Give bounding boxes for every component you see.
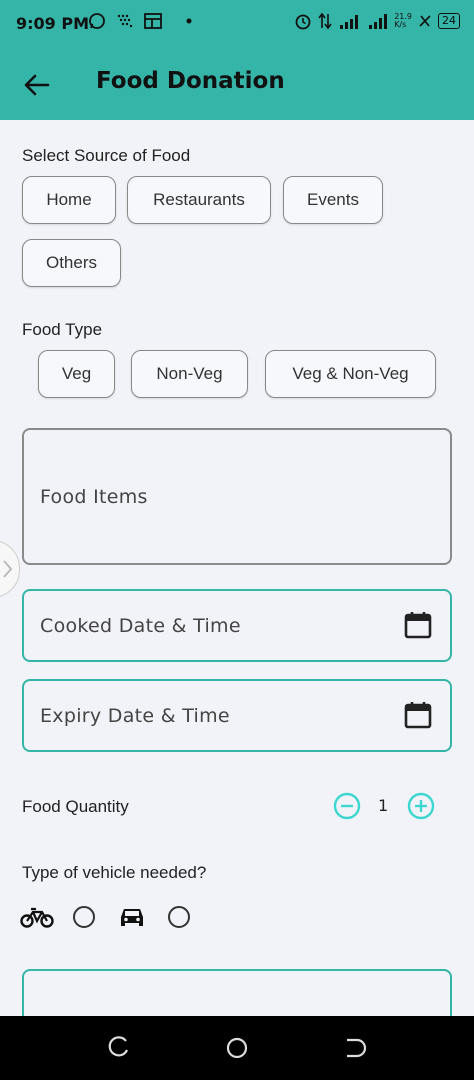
notification-dot-icon <box>186 18 192 24</box>
food-type-chip-veg-non-veg[interactable]: Veg & Non-Veg <box>265 350 436 398</box>
status-left-icons <box>88 12 194 30</box>
net-speed: 21.9 K/s <box>394 13 412 29</box>
source-chip-others[interactable]: Others <box>22 239 121 287</box>
cooked-date-placeholder: Cooked Date & Time <box>40 615 241 637</box>
source-chip-home[interactable]: Home <box>22 176 116 224</box>
food-items-field[interactable]: Food Items <box>22 428 452 565</box>
food-type-label: Food Type <box>22 320 103 339</box>
app-bar: Food Donation <box>0 48 474 120</box>
recent-apps-icon[interactable] <box>107 1036 131 1060</box>
wifi-off-icon <box>419 15 431 27</box>
food-type-chip-veg[interactable]: Veg <box>38 350 115 398</box>
expiry-date-field[interactable]: Expiry Date & Time <box>22 679 452 752</box>
food-items-placeholder: Food Items <box>40 486 148 508</box>
plus-circle-icon[interactable] <box>407 792 435 820</box>
battery-indicator: 24 <box>438 13 460 29</box>
system-nav-bar <box>0 1016 474 1080</box>
source-label: Select Source of Food <box>22 146 191 165</box>
quantity-value: 1 <box>378 796 389 815</box>
status-bar: 9:09 PM 21.9 K/s 24 <box>0 0 474 48</box>
back-arrow-icon[interactable] <box>22 70 52 100</box>
side-drawer-handle[interactable] <box>0 540 20 598</box>
car-icon <box>121 909 143 926</box>
chevron-right-icon <box>3 560 13 578</box>
source-chip-restaurants[interactable]: Restaurants <box>127 176 271 224</box>
food-type-chip-non-veg[interactable]: Non-Veg <box>131 350 248 398</box>
status-time: 9:09 PM <box>16 14 90 33</box>
status-right-icons: 21.9 K/s 24 <box>294 12 460 30</box>
minus-circle-icon[interactable] <box>333 792 361 820</box>
net-speed-unit: K/s <box>394 20 407 29</box>
whatsapp-icon <box>89 13 105 29</box>
signal-icon <box>369 14 388 29</box>
expiry-date-placeholder: Expiry Date & Time <box>40 705 230 727</box>
alarm-icon <box>295 14 311 30</box>
dots-app-icon <box>117 14 133 28</box>
home-icon[interactable] <box>225 1036 249 1060</box>
calendar-icon[interactable] <box>404 611 432 639</box>
layout-icon <box>144 13 162 29</box>
vehicle-label: Type of vehicle needed? <box>22 863 207 882</box>
page-title: Food Donation <box>96 68 285 94</box>
vehicle-radio-bike[interactable] <box>73 906 95 928</box>
bicycle-icon <box>20 907 54 928</box>
source-chip-events[interactable]: Events <box>283 176 383 224</box>
quantity-label: Food Quantity <box>22 797 129 816</box>
signal-4g-icon <box>340 15 359 29</box>
back-nav-icon[interactable] <box>343 1036 367 1060</box>
cooked-date-field[interactable]: Cooked Date & Time <box>22 589 452 662</box>
vehicle-radio-car[interactable] <box>168 906 190 928</box>
calendar-icon[interactable] <box>404 701 432 729</box>
data-transfer-icon <box>318 12 332 30</box>
